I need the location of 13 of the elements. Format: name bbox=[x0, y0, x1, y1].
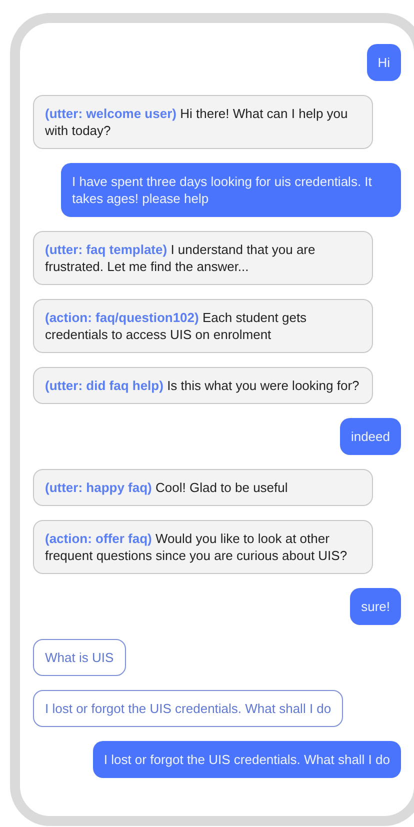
user-message-bubble: sure! bbox=[350, 588, 401, 625]
quick-reply-button[interactable]: I lost or forgot the UIS credentials. What shall I do bbox=[33, 690, 344, 727]
user-message-bubble: I have spent three days looking for uis credentials. It takes ages! please help bbox=[61, 163, 401, 217]
bot-message-bubble: (utter: welcome user) Hi there! What can I help you with today? bbox=[33, 95, 373, 149]
quick-reply-button[interactable]: What is UIS bbox=[33, 639, 126, 676]
bot-message-bubble: (action: offer faq) Would you like to look at other frequent questions since you are curious about UIS? bbox=[33, 520, 373, 574]
bot-message-bubble: (utter: happy faq) Cool! Glad to be useful bbox=[33, 469, 373, 506]
user-message-bubble: I lost or forgot the UIS credentials. What shall I do bbox=[92, 741, 401, 778]
bot-message-bubble: (utter: faq template) I understand that you are frustrated. Let me find the answer... bbox=[33, 231, 373, 285]
user-message-bubble: indeed bbox=[340, 418, 401, 455]
bot-message-bubble: (action: faq/question102) Each student gets credentials to access UIS on enrolment bbox=[33, 299, 373, 353]
user-message-bubble: Hi bbox=[366, 44, 401, 81]
bot-message-bubble: (utter: did faq help) Is this what you were looking for? bbox=[33, 367, 373, 404]
